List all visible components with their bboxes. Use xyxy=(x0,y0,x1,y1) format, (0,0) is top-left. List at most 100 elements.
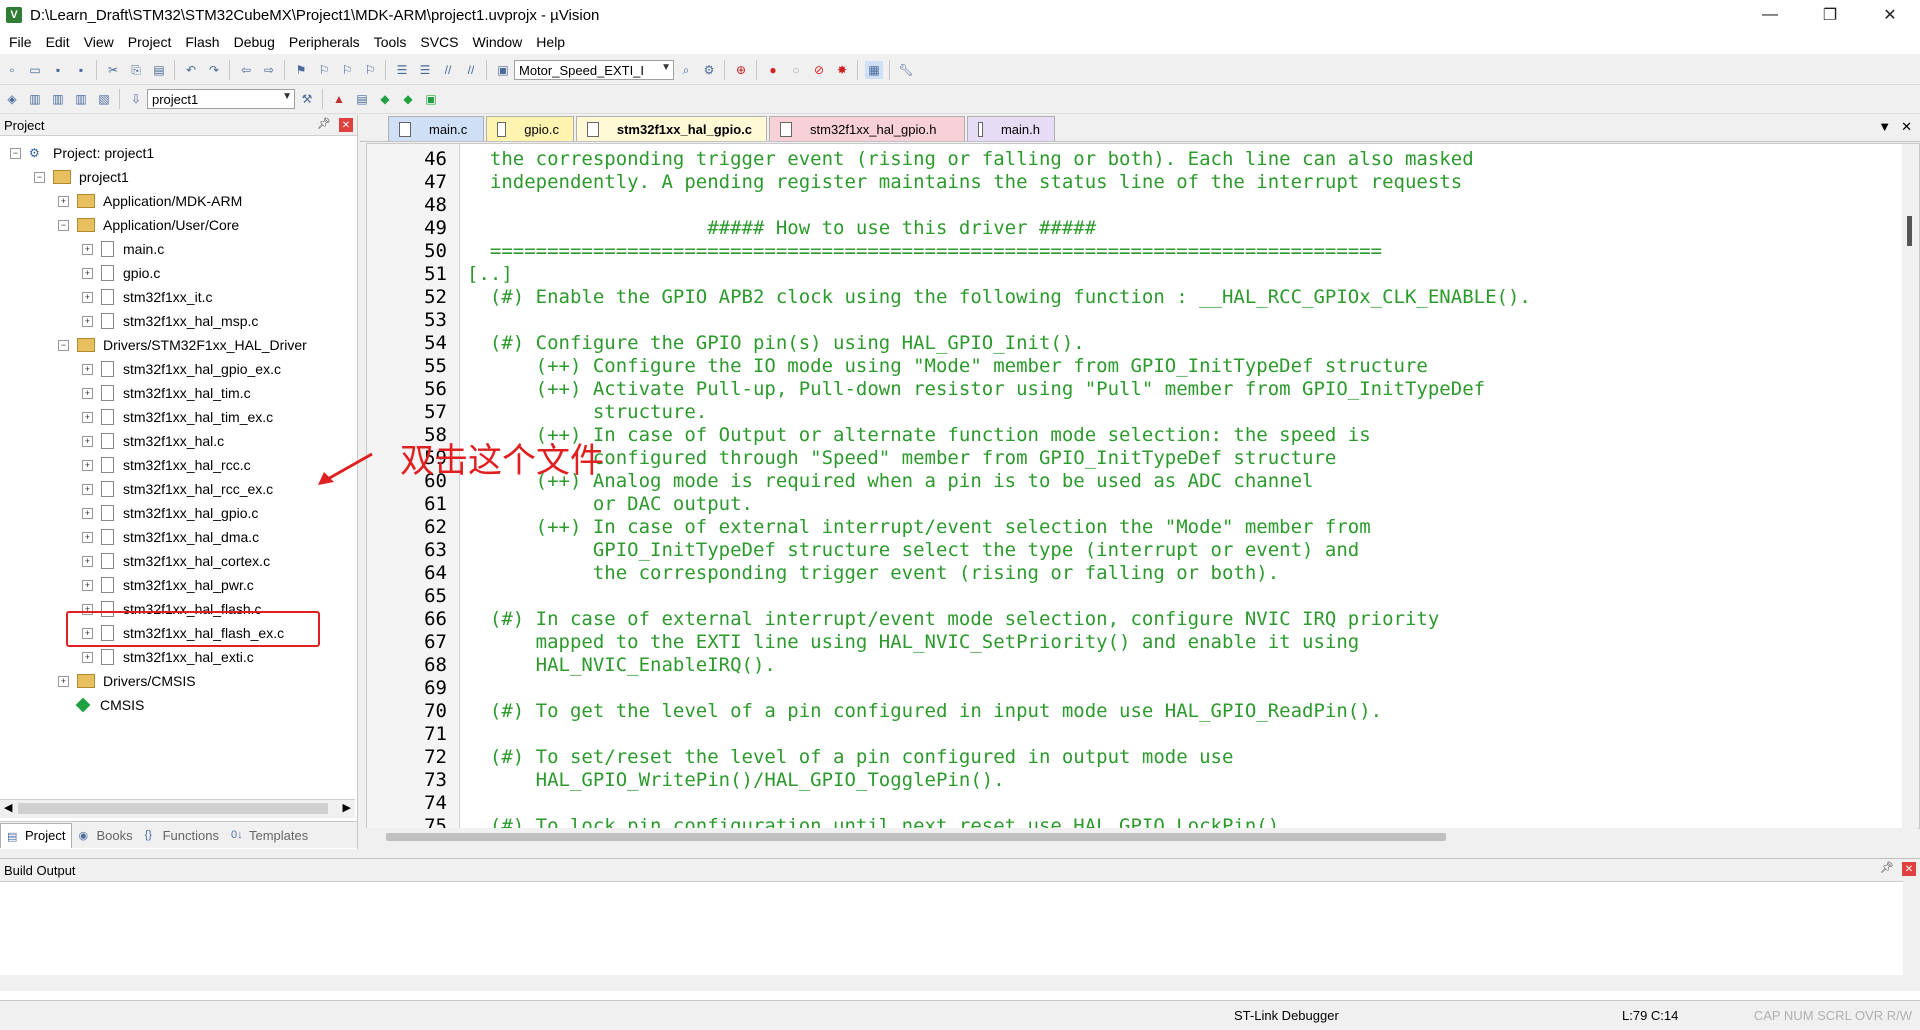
code-line[interactable]: ##### How to use this driver ##### xyxy=(467,217,1096,240)
expand-icon[interactable]: + xyxy=(82,459,93,471)
open-folder-icon[interactable]: ▭ xyxy=(26,61,44,79)
collapse-icon[interactable]: − xyxy=(58,219,69,231)
tab-books[interactable]: ◉ Books xyxy=(72,823,138,847)
debug-start-icon[interactable]: ⊕ xyxy=(732,61,750,79)
expand-icon[interactable]: + xyxy=(82,387,93,399)
scroll-thumb[interactable] xyxy=(386,833,1446,841)
tab-main-h[interactable]: main.h xyxy=(967,116,1055,141)
project-target-combo[interactable]: project1 ▼ xyxy=(147,89,295,109)
disable-breakpoint-icon[interactable]: ○ xyxy=(787,61,805,79)
menu-edit[interactable]: Edit xyxy=(41,34,75,50)
build-icon[interactable]: ▥ xyxy=(26,90,44,108)
collapse-icon[interactable]: − xyxy=(10,147,21,159)
scroll-left-icon[interactable]: ◀ xyxy=(4,801,12,814)
tree-item-file[interactable]: + gpio.c xyxy=(82,261,160,285)
bookmark-icon[interactable]: ⚑ xyxy=(292,61,310,79)
expand-icon[interactable]: + xyxy=(82,435,93,447)
uncomment-icon[interactable]: // xyxy=(462,61,480,79)
code-editor[interactable]: 46 47 48 49 50 51 52 53 54 55 56 57 58 59 60 61 62 63 64 65… xyxy=(366,143,1920,829)
save-all-icon[interactable]: ▪ xyxy=(72,61,90,79)
expand-icon[interactable]: + xyxy=(82,363,93,375)
tree-item-file[interactable]: + stm32f1xx_it.c xyxy=(82,285,212,309)
menu-window[interactable]: Window xyxy=(468,34,528,50)
tree-item-file[interactable]: + stm32f1xx_hal.c xyxy=(82,429,224,453)
expand-icon[interactable]: + xyxy=(82,267,93,279)
close-icon[interactable]: ✕ xyxy=(1901,119,1912,135)
expand-icon[interactable]: + xyxy=(82,555,93,567)
tab-functions[interactable]: {} Functions xyxy=(139,823,225,847)
window-layout-icon[interactable]: ▦ xyxy=(865,61,883,79)
undo-icon[interactable]: ↶ xyxy=(182,61,200,79)
minimize-button[interactable]: — xyxy=(1740,0,1800,30)
redo-icon[interactable]: ↷ xyxy=(205,61,223,79)
expand-icon[interactable]: + xyxy=(82,507,93,519)
tree-item-target[interactable]: − project1 xyxy=(34,165,129,189)
scroll-thumb[interactable] xyxy=(1907,216,1912,246)
tree-item-file[interactable]: + stm32f1xx_hal_tim.c xyxy=(82,381,251,405)
project-panel-hscrollbar[interactable]: ◀ ▶ xyxy=(0,799,355,818)
target-options-icon[interactable]: ⚒ xyxy=(298,90,316,108)
code-line[interactable]: [..] xyxy=(467,263,513,286)
code-line[interactable]: (#) Enable the GPIO APB2 clock using the… xyxy=(467,286,1531,309)
run-environment-icon[interactable]: ▣ xyxy=(422,90,440,108)
code-line[interactable]: HAL_NVIC_EnableIRQ(). xyxy=(467,654,776,677)
code-line[interactable]: or DAC output. xyxy=(467,493,753,516)
breakpoint-icon[interactable]: ● xyxy=(764,61,782,79)
clear-bookmarks-icon[interactable]: ⚐ xyxy=(361,61,379,79)
build-output-hscrollbar[interactable] xyxy=(0,975,1903,991)
code-line[interactable]: (#) To set/reset the level of a pin conf… xyxy=(467,746,1234,769)
expand-icon[interactable]: + xyxy=(82,579,93,591)
cut-icon[interactable]: ✂ xyxy=(104,61,122,79)
tab-stm32f1xx-hal-gpio-h[interactable]: stm32f1xx_hal_gpio.h xyxy=(769,116,965,141)
tree-item-folder[interactable]: + Application/MDK-ARM xyxy=(58,189,242,213)
prev-bookmark-icon[interactable]: ⚐ xyxy=(315,61,333,79)
code-line[interactable]: (#) In case of external interrupt/event … xyxy=(467,608,1439,631)
code-line[interactable]: (++) Activate Pull-up, Pull-down resisto… xyxy=(467,378,1485,401)
tree-item-file[interactable]: + stm32f1xx_hal_dma.c xyxy=(82,525,259,549)
tree-item-file[interactable]: + stm32f1xx_hal_rcc_ex.c xyxy=(82,477,273,501)
tab-list-icon[interactable]: ▼ xyxy=(1878,119,1891,135)
menu-flash[interactable]: Flash xyxy=(180,34,224,50)
expand-icon[interactable]: + xyxy=(58,675,69,687)
tree-item-project-root[interactable]: − ⚙ Project: project1 xyxy=(10,141,154,165)
collapse-icon[interactable]: − xyxy=(34,171,45,183)
download-icon[interactable]: ⇩ xyxy=(127,90,145,108)
close-icon[interactable]: ✕ xyxy=(339,118,353,132)
disable-all-breakpoints-icon[interactable]: ⊘ xyxy=(810,61,828,79)
code-line[interactable]: (++) In case of external interrupt/event… xyxy=(467,516,1371,539)
tab-stm32f1xx-hal-gpio-c[interactable]: stm32f1xx_hal_gpio.c xyxy=(576,116,767,141)
expand-icon[interactable]: + xyxy=(82,243,93,255)
code-line[interactable]: GPIO_InitTypeDef structure select the ty… xyxy=(467,539,1359,562)
menu-debug[interactable]: Debug xyxy=(229,34,280,50)
menu-tools[interactable]: Tools xyxy=(369,34,412,50)
maximize-button[interactable]: ❐ xyxy=(1800,0,1860,30)
collapse-icon[interactable]: − xyxy=(58,339,69,351)
tree-item-file[interactable]: + stm32f1xx_hal_tim_ex.c xyxy=(82,405,273,429)
menu-view[interactable]: View xyxy=(79,34,119,50)
tree-item-folder[interactable]: + Drivers/CMSIS xyxy=(58,669,196,693)
new-file-icon[interactable]: ▫ xyxy=(3,61,21,79)
expand-icon[interactable]: + xyxy=(82,411,93,423)
pin-icon[interactable]: 📌︎ xyxy=(317,117,331,130)
scroll-right-icon[interactable]: ▶ xyxy=(343,801,351,814)
tree-item-file[interactable]: + stm32f1xx_hal_cortex.c xyxy=(82,549,270,573)
code-line[interactable]: HAL_GPIO_WritePin()/HAL_GPIO_TogglePin()… xyxy=(467,769,1005,792)
unindent-icon[interactable]: ☰ xyxy=(416,61,434,79)
paste-icon[interactable]: ▤ xyxy=(150,61,168,79)
tree-item-file[interactable]: + stm32f1xx_hal_pwr.c xyxy=(82,573,254,597)
nav-forward-icon[interactable]: ⇨ xyxy=(260,61,278,79)
manage-components-icon[interactable]: ▲ xyxy=(330,90,348,108)
expand-icon[interactable]: + xyxy=(82,651,93,663)
expand-icon[interactable]: + xyxy=(82,315,93,327)
stop-build-icon[interactable]: ▧ xyxy=(95,90,113,108)
code-line[interactable]: (#) To get the level of a pin configured… xyxy=(467,700,1382,723)
scroll-thumb[interactable] xyxy=(18,803,328,814)
tree-item-folder[interactable]: − Application/User/Core xyxy=(58,213,239,237)
expand-icon[interactable]: + xyxy=(58,195,69,207)
pin-icon[interactable]: 📌︎ xyxy=(1880,861,1894,874)
target-combo[interactable]: Motor_Speed_EXTI_I ▼ xyxy=(514,60,674,80)
batch-build-icon[interactable]: ▥ xyxy=(72,90,90,108)
next-bookmark-icon[interactable]: ⚐ xyxy=(338,61,356,79)
copy-icon[interactable]: ⎘ xyxy=(127,61,145,79)
expand-icon[interactable]: + xyxy=(82,531,93,543)
